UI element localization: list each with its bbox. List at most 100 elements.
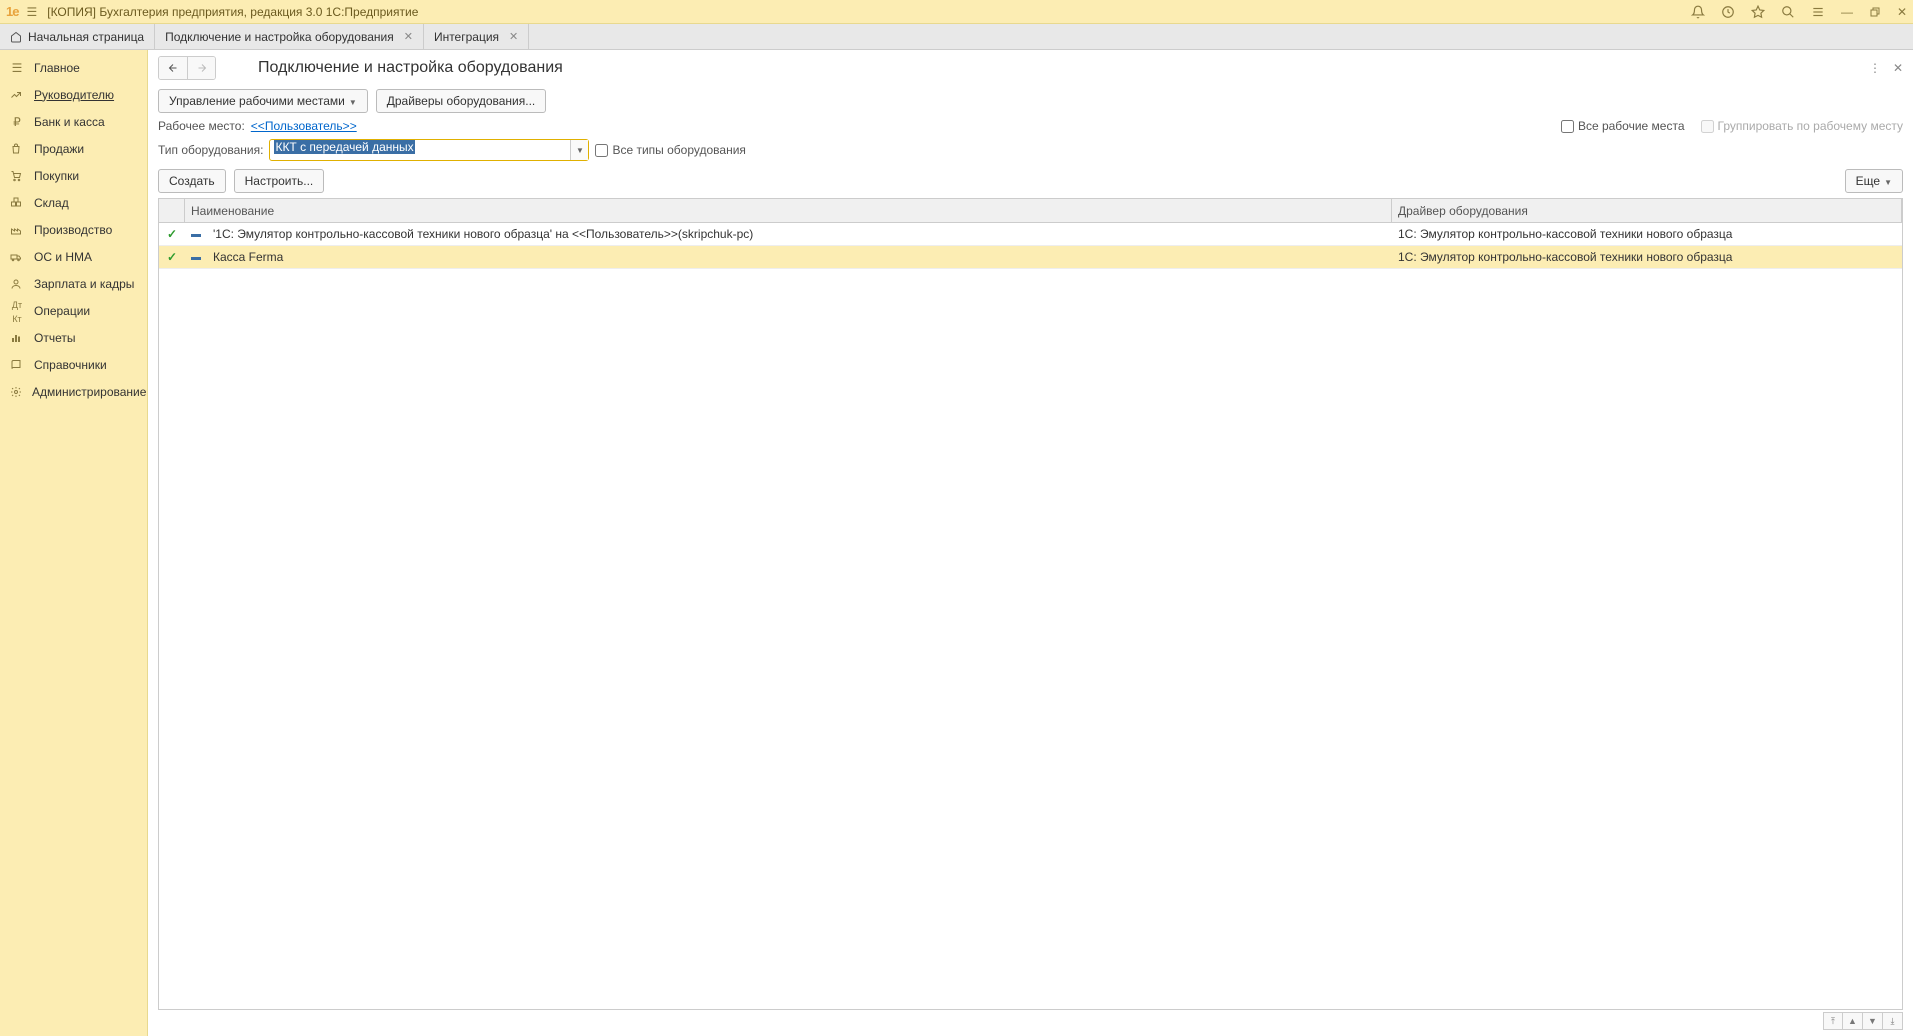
chevron-down-icon: ▼	[1884, 178, 1892, 187]
equip-type-input[interactable]: ККТ с передачей данных	[270, 140, 570, 160]
table-body: ✓ ▬ '1С: Эмулятор контрольно-кассовой те…	[159, 223, 1902, 1009]
table-nav-buttons: ⤒ ▲ ▼ ⤓	[1823, 1012, 1903, 1030]
tab-integration[interactable]: Интеграция ✕	[424, 24, 529, 49]
close-panel-icon[interactable]: ✕	[1893, 61, 1903, 75]
all-equip-types-checkbox[interactable]: Все типы оборудования	[595, 143, 745, 157]
equip-type-combo[interactable]: ККТ с передачей данных ▼	[269, 139, 589, 161]
sidebar-item-reports[interactable]: Отчеты	[0, 324, 147, 351]
configure-button[interactable]: Настроить...	[234, 169, 325, 193]
equip-type-label: Тип оборудования:	[158, 143, 263, 157]
sidebar-item-sales[interactable]: Продажи	[0, 135, 147, 162]
cart-icon	[10, 170, 24, 182]
equip-type-row: Тип оборудования: ККТ с передачей данных…	[148, 136, 1913, 164]
sidebar-item-warehouse[interactable]: Склад	[0, 189, 147, 216]
search-icon[interactable]	[1781, 5, 1795, 19]
home-icon	[10, 31, 22, 43]
nav-down-icon[interactable]: ▼	[1863, 1012, 1883, 1030]
sidebar-item-admin[interactable]: Администрирование	[0, 378, 147, 405]
all-workplaces-checkbox[interactable]: Все рабочие места	[1561, 119, 1685, 133]
tab-close-icon[interactable]: ✕	[509, 30, 518, 43]
sidebar-item-operations[interactable]: ДтКт Операции	[0, 297, 147, 324]
nav-last-icon[interactable]: ⤓	[1883, 1012, 1903, 1030]
sidebar-item-label: Операции	[34, 304, 90, 318]
nav-buttons	[158, 56, 216, 80]
col-name[interactable]: Наименование	[185, 199, 1392, 222]
gear-icon	[10, 386, 22, 398]
minimize-icon[interactable]: —	[1841, 5, 1853, 19]
sidebar-item-os-nma[interactable]: ОС и НМА	[0, 243, 147, 270]
restore-icon[interactable]	[1869, 6, 1881, 18]
col-check[interactable]	[159, 199, 185, 222]
bar-chart-icon	[10, 332, 24, 344]
sidebar-item-label: Главное	[34, 61, 80, 75]
toolbar-row-1: Управление рабочими местами▼ Драйверы об…	[148, 86, 1913, 116]
page-title: Подключение и настройка оборудования	[258, 59, 563, 77]
btn-label: Управление рабочими местами	[169, 94, 345, 108]
row-driver: 1С: Эмулятор контрольно-кассовой техники…	[1392, 223, 1902, 245]
title-bar: 1e ☰ [КОПИЯ] Бухгалтерия предприятия, ре…	[0, 0, 1913, 24]
main-area: ☰ Главное Руководителю ₽ Банк и касса Пр…	[0, 50, 1913, 1036]
workplace-row: Рабочее место: <<Пользователь>> Все рабо…	[148, 116, 1913, 136]
content-header-actions: ⋮ ✕	[1869, 61, 1903, 75]
sidebar-item-payroll[interactable]: Зарплата и кадры	[0, 270, 147, 297]
back-button[interactable]	[159, 57, 187, 79]
sidebar-item-production[interactable]: Производство	[0, 216, 147, 243]
row-name: Касса Ferma	[207, 246, 1392, 268]
group-by-workplace-checkbox: Группировать по рабочему месту	[1701, 119, 1903, 133]
kebab-menu-icon[interactable]: ⋮	[1869, 61, 1881, 75]
sidebar-item-label: Руководителю	[34, 88, 114, 102]
col-driver[interactable]: Драйвер оборудования	[1392, 199, 1902, 222]
operations-icon: ДтКт	[10, 297, 24, 325]
row-item-icon: ▬	[185, 223, 207, 245]
checkbox-input	[1701, 120, 1714, 133]
sidebar-item-manager[interactable]: Руководителю	[0, 81, 147, 108]
settings-sliders-icon[interactable]	[1811, 5, 1825, 19]
checkbox-input[interactable]	[1561, 120, 1574, 133]
create-button[interactable]: Создать	[158, 169, 226, 193]
tab-close-icon[interactable]: ✕	[404, 30, 413, 43]
tab-home[interactable]: Начальная страница	[0, 24, 155, 49]
workplace-user-link[interactable]: <<Пользователь>>	[251, 119, 357, 133]
person-icon	[10, 278, 24, 290]
equipment-table: Наименование Драйвер оборудования ✓ ▬ '1…	[158, 198, 1903, 1010]
table-row[interactable]: ✓ ▬ '1С: Эмулятор контрольно-кассовой те…	[159, 223, 1902, 246]
hamburger-icon[interactable]: ☰	[26, 5, 37, 19]
tab-equipment[interactable]: Подключение и настройка оборудования ✕	[155, 24, 424, 49]
row-item-icon: ▬	[185, 246, 207, 268]
sidebar-item-label: Справочники	[34, 358, 107, 372]
star-icon[interactable]	[1751, 5, 1765, 19]
history-icon[interactable]	[1721, 5, 1735, 19]
right-checkboxes: Все рабочие места Группировать по рабоче…	[1561, 119, 1903, 133]
boxes-icon	[10, 197, 24, 209]
sidebar-item-label: Администрирование	[32, 385, 146, 399]
chart-up-icon	[10, 89, 24, 101]
table-row[interactable]: ✓ ▬ Касса Ferma 1С: Эмулятор контрольно-…	[159, 246, 1902, 269]
close-icon[interactable]: ✕	[1897, 5, 1907, 19]
nav-up-icon[interactable]: ▲	[1843, 1012, 1863, 1030]
btn-label: Еще	[1856, 174, 1880, 188]
sidebar-item-purchases[interactable]: Покупки	[0, 162, 147, 189]
book-icon	[10, 359, 24, 371]
list-icon: ☰	[10, 61, 24, 75]
sidebar-item-main[interactable]: ☰ Главное	[0, 54, 147, 81]
bag-icon	[10, 143, 24, 155]
combo-dropdown-button[interactable]: ▼	[570, 140, 588, 160]
manage-workplaces-button[interactable]: Управление рабочими местами▼	[158, 89, 368, 113]
nav-first-icon[interactable]: ⤒	[1823, 1012, 1843, 1030]
equipment-drivers-button[interactable]: Драйверы оборудования...	[376, 89, 547, 113]
sidebar-item-bank[interactable]: ₽ Банк и касса	[0, 108, 147, 135]
sidebar: ☰ Главное Руководителю ₽ Банк и касса Пр…	[0, 50, 148, 1036]
content-area: Подключение и настройка оборудования ⋮ ✕…	[148, 50, 1913, 1036]
sidebar-item-catalogs[interactable]: Справочники	[0, 351, 147, 378]
forward-button[interactable]	[187, 57, 215, 79]
sidebar-item-label: Отчеты	[34, 331, 75, 345]
table-header: Наименование Драйвер оборудования	[159, 199, 1902, 223]
row-name: '1С: Эмулятор контрольно-кассовой техник…	[207, 223, 1392, 245]
checkbox-label: Группировать по рабочему месту	[1718, 119, 1903, 133]
bell-icon[interactable]	[1691, 5, 1705, 19]
sidebar-item-label: Склад	[34, 196, 69, 210]
checkbox-input[interactable]	[595, 144, 608, 157]
sidebar-item-label: Зарплата и кадры	[34, 277, 134, 291]
tabs-bar: Начальная страница Подключение и настрой…	[0, 24, 1913, 50]
more-button[interactable]: Еще ▼	[1845, 169, 1903, 193]
